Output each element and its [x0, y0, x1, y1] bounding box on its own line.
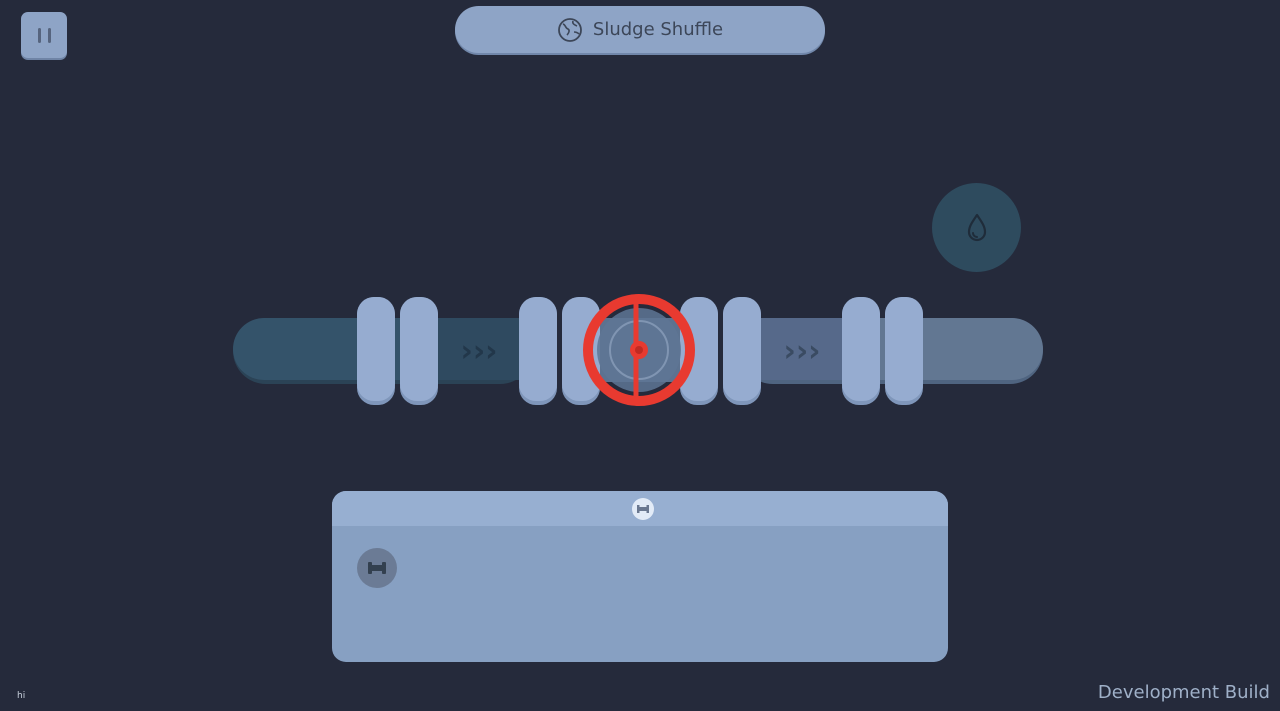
coupling-2 [400, 297, 438, 405]
valve-wheel-icon[interactable] [583, 294, 695, 406]
parts-tray [332, 491, 948, 662]
flow-arrows-right: ››› [783, 334, 820, 369]
pipe-segment-icon [637, 505, 649, 513]
coupling-6 [723, 297, 761, 405]
coupling-4 [562, 297, 600, 405]
flow-arrows-left: ››› [460, 334, 497, 369]
game-stage: Sludge Shuffle ››› ››› hi Development Bu… [0, 0, 1280, 711]
pipe-segment-icon [368, 562, 386, 574]
coupling-8 [885, 297, 923, 405]
debug-text: hi [17, 691, 26, 701]
coupling-7 [842, 297, 880, 405]
coupling-1 [357, 297, 395, 405]
coupling-3 [519, 297, 557, 405]
tray-item-pipe[interactable] [357, 548, 397, 588]
tray-header[interactable] [332, 491, 948, 526]
tray-tab[interactable] [632, 498, 654, 520]
development-build-label: Development Build [1097, 682, 1270, 703]
